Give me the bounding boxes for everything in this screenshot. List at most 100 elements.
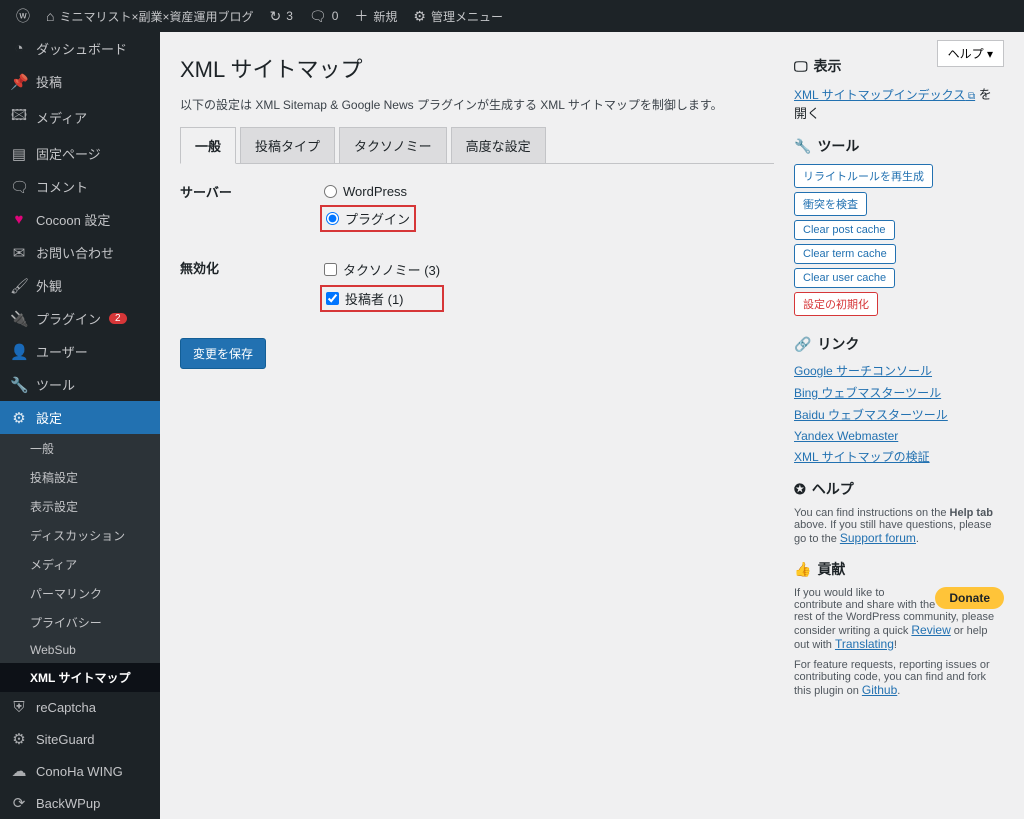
links-heading: 🔗リンク <box>794 334 1004 354</box>
comment-icon: 🗨 <box>309 8 327 25</box>
tab-general[interactable]: 一般 <box>180 127 236 164</box>
disable-option-taxonomies[interactable]: タクソノミー (3) <box>320 258 444 281</box>
tab-advanced[interactable]: 高度な設定 <box>451 127 546 163</box>
menu-backwpup[interactable]: ⟳BackWPup <box>0 787 160 819</box>
brush-icon: 🖌 <box>10 277 28 295</box>
menu-cocoon[interactable]: ♥Cocoon 設定 <box>0 203 160 236</box>
pin-icon: 📌 <box>10 73 28 91</box>
conoha-icon: ☁ <box>10 762 28 780</box>
wrench-icon: 🔧 <box>10 376 28 394</box>
display-icon: 🖵 <box>794 58 808 75</box>
adminbar-comments[interactable]: 🗨0 <box>301 8 346 25</box>
server-radio-wordpress[interactable] <box>324 185 337 198</box>
plugins-badge: 2 <box>109 313 127 324</box>
menu-media[interactable]: 🖾メディア <box>0 98 160 137</box>
support-forum-link[interactable]: Support forum <box>840 531 916 545</box>
sliders-icon: ⚙ <box>10 409 28 427</box>
menu-recaptcha[interactable]: ⛨reCaptcha <box>0 692 160 723</box>
sub-media[interactable]: メディア <box>0 550 160 579</box>
sub-writing[interactable]: 投稿設定 <box>0 463 160 492</box>
disable-label: 無効化 <box>180 258 320 316</box>
tool-reset[interactable]: 設定の初期化 <box>794 292 878 316</box>
sidebar-boxes: 🖵表示 XML サイトマップインデックス を開く 🔧ツール リライトルールを再生… <box>794 42 1004 799</box>
menu-dashboard[interactable]: ◔ダッシュボード <box>0 32 160 65</box>
link-baidu[interactable]: Baidu ウェブマスターツール <box>794 408 948 422</box>
server-radio-plugin[interactable] <box>326 212 339 225</box>
menu-settings[interactable]: ⚙設定 <box>0 401 160 434</box>
link-yandex[interactable]: Yandex Webmaster <box>794 429 898 443</box>
adminbar-site[interactable]: ⌂ミニマリスト×副業×資産運用ブログ <box>38 8 262 25</box>
update-icon: ↻ <box>270 8 282 25</box>
link-bing[interactable]: Bing ウェブマスターツール <box>794 386 941 400</box>
disable-option-authors[interactable]: 投稿者 (1) <box>320 285 444 312</box>
heart-icon: ♥ <box>10 211 28 228</box>
backup-icon: ⟳ <box>10 794 28 812</box>
disable-checkbox-taxonomies[interactable] <box>324 263 337 276</box>
recaptcha-icon: ⛨ <box>10 699 28 716</box>
menu-contact[interactable]: ✉お問い合わせ <box>0 236 160 269</box>
sub-general[interactable]: 一般 <box>0 434 160 463</box>
menu-users[interactable]: 👤ユーザー <box>0 335 160 368</box>
user-icon: 👤 <box>10 343 28 361</box>
adminbar-updates[interactable]: ↻3 <box>262 8 301 25</box>
link-google[interactable]: Google サーチコンソール <box>794 364 932 378</box>
tools-heading: 🔧ツール <box>794 136 1004 156</box>
menu-conoha[interactable]: ☁ConoHa WING <box>0 755 160 787</box>
sub-discussion[interactable]: ディスカッション <box>0 521 160 550</box>
plus-icon: ＋ <box>354 6 368 26</box>
menu-comments[interactable]: 🗨コメント <box>0 170 160 203</box>
server-option-plugin[interactable]: プラグイン <box>320 205 416 232</box>
tab-post-types[interactable]: 投稿タイプ <box>240 127 335 163</box>
link-icon: 🔗 <box>794 336 811 353</box>
sub-permalink[interactable]: パーマリンク <box>0 579 160 608</box>
menu-pages[interactable]: ▤固定ページ <box>0 137 160 170</box>
tab-taxonomies[interactable]: タクソノミー <box>339 127 447 163</box>
sub-reading[interactable]: 表示設定 <box>0 492 160 521</box>
tools-icon: 🔧 <box>794 138 811 155</box>
sitemap-index-link[interactable]: XML サイトマップインデックス <box>794 88 975 102</box>
settings-tabs: 一般 投稿タイプ タクソノミー 高度な設定 <box>180 127 774 164</box>
server-option-wordpress[interactable]: WordPress <box>320 182 416 201</box>
help-heading: ✪ヘルプ <box>794 479 1004 499</box>
admin-bar: ⓦ ⌂ミニマリスト×副業×資産運用ブログ ↻3 🗨0 ＋新規 ⚙管理メニュー <box>0 0 1024 32</box>
link-validate[interactable]: XML サイトマップの検証 <box>794 450 930 464</box>
disable-checkbox-authors[interactable] <box>326 292 339 305</box>
settings-submenu: 一般 投稿設定 表示設定 ディスカッション メディア パーマリンク プライバシー… <box>0 434 160 692</box>
menu-plugins[interactable]: 🔌プラグイン2 <box>0 302 160 335</box>
tool-clear-user[interactable]: Clear user cache <box>794 268 895 288</box>
save-button[interactable]: 変更を保存 <box>180 338 266 369</box>
dashboard-icon: ◔ <box>10 40 28 57</box>
adminbar-new[interactable]: ＋新規 <box>346 6 405 26</box>
github-link[interactable]: Github <box>862 683 897 697</box>
review-link[interactable]: Review <box>911 623 950 637</box>
help-text: You can find instructions on the Help ta… <box>794 507 1004 545</box>
sub-xml-sitemap[interactable]: XML サイトマップ <box>0 663 160 692</box>
sub-websub[interactable]: WebSub <box>0 637 160 663</box>
feature-text: For feature requests, reporting issues o… <box>794 659 1004 697</box>
tool-rewrite[interactable]: リライトルールを再生成 <box>794 164 933 188</box>
thumb-icon: 👍 <box>794 561 811 578</box>
contribute-heading: 👍貢献 <box>794 559 1004 579</box>
page-description: 以下の設定は XML Sitemap & Google News プラグインが生… <box>180 96 774 113</box>
tool-clear-post[interactable]: Clear post cache <box>794 220 895 240</box>
home-icon: ⌂ <box>46 8 54 24</box>
tool-conflict[interactable]: 衝突を検査 <box>794 192 867 216</box>
help-icon: ✪ <box>794 481 806 498</box>
menu-siteguard[interactable]: ⚙SiteGuard <box>0 723 160 755</box>
donate-button[interactable]: Donate <box>935 587 1004 609</box>
menu-tools[interactable]: 🔧ツール <box>0 368 160 401</box>
help-toggle[interactable]: ヘルプ ▾ <box>937 40 1004 67</box>
shield-icon: ⚙ <box>10 730 28 748</box>
wordpress-icon: ⓦ <box>16 6 30 26</box>
comment-icon: 🗨 <box>10 178 28 196</box>
sub-privacy[interactable]: プライバシー <box>0 608 160 637</box>
tool-clear-term[interactable]: Clear term cache <box>794 244 896 264</box>
adminbar-wp-logo[interactable]: ⓦ <box>8 6 38 26</box>
adminbar-admin-menu[interactable]: ⚙管理メニュー <box>405 8 511 25</box>
page-title: XML サイトマップ <box>180 52 774 84</box>
page-icon: ▤ <box>10 145 28 163</box>
menu-posts[interactable]: 📌投稿 <box>0 65 160 98</box>
translating-link[interactable]: Translating <box>835 637 894 651</box>
menu-appearance[interactable]: 🖌外観 <box>0 269 160 302</box>
media-icon: 🖾 <box>10 105 28 130</box>
